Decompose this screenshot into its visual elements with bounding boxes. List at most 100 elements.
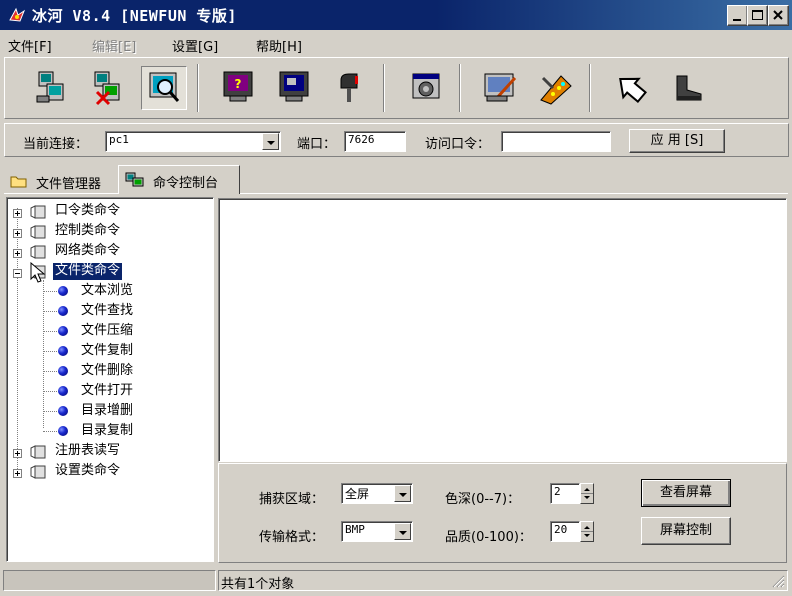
connection-bar: 当前连接： pc1 端口： 7626 访问口令： 应 用 [S]: [4, 123, 789, 157]
tree-leaf[interactable]: 文件打开: [7, 382, 207, 402]
bullet-icon: [58, 386, 68, 396]
tree-node-label: 控制类命令: [55, 223, 121, 238]
tab-file-manager-label: 文件管理器: [36, 177, 102, 192]
folder-icon: [30, 245, 46, 259]
exit-button[interactable]: [665, 66, 711, 110]
current-connection-select[interactable]: pc1: [105, 131, 281, 152]
minimize-icon: [733, 19, 741, 21]
settings-icon: [412, 73, 440, 99]
menu-bar: 文件[F] 编辑[E] 设置[G] 帮助[H]: [0, 33, 792, 55]
tree-leaf-label: 文件查找: [81, 303, 134, 318]
title-bar[interactable]: 冰河 V8.4 [NEWFUN 专版]: [0, 0, 792, 30]
expand-icon[interactable]: [13, 469, 22, 478]
tree-leaf[interactable]: 文件删除: [7, 362, 207, 382]
tree-node-expanded[interactable]: 文件类命令: [7, 262, 207, 283]
collapse-icon[interactable]: [13, 269, 22, 278]
chevron-down-icon[interactable]: [394, 523, 411, 540]
command-output-area[interactable]: [218, 198, 787, 462]
tree-leaf[interactable]: 文件查找: [7, 302, 207, 322]
tree-node[interactable]: 设置类命令: [7, 462, 207, 482]
search-host-icon: [149, 72, 180, 102]
tree-node[interactable]: 网络类命令: [7, 242, 207, 262]
expand-icon[interactable]: [13, 229, 22, 238]
add-host-icon: [36, 71, 64, 103]
color-depth-input[interactable]: 2: [550, 483, 580, 504]
tab-command-console[interactable]: 命令控制台: [118, 165, 240, 194]
tree-line: [43, 311, 57, 312]
capture-screen-button[interactable]: ?: [215, 66, 261, 110]
folder-icon: [30, 445, 46, 459]
chevron-down-icon[interactable]: [394, 485, 411, 502]
format-value: BMP: [345, 523, 365, 536]
computers-icon: [125, 172, 144, 187]
tree-leaf[interactable]: 文件压缩: [7, 322, 207, 342]
toolbar: ?: [4, 57, 789, 119]
up-icon: [619, 77, 647, 104]
tree-leaf-label: 文件压缩: [81, 323, 134, 338]
mailbox-button[interactable]: [327, 66, 373, 110]
tree-node-label: 网络类命令: [55, 243, 121, 258]
format-select[interactable]: BMP: [341, 521, 413, 542]
tree-node-label-selected: 文件类命令: [51, 262, 124, 281]
tab-command-console-label: 命令控制台: [153, 176, 219, 191]
tree-leaf-label: 文件删除: [81, 363, 134, 378]
tree-line: [43, 351, 57, 352]
capture-screen-icon: ?: [223, 71, 253, 102]
resize-grip-icon[interactable]: [772, 575, 785, 588]
spin-arrows-icon: [581, 488, 593, 499]
minimize-button[interactable]: [727, 5, 748, 26]
tree-leaf[interactable]: 目录增删: [7, 402, 207, 422]
menu-settings[interactable]: 设置[G]: [172, 36, 218, 55]
tools-button[interactable]: [533, 66, 579, 110]
color-depth-spinner[interactable]: [580, 483, 594, 504]
exit-boot-icon: [676, 75, 702, 101]
close-icon: [773, 10, 783, 20]
capture-area-value: 全屏: [345, 487, 370, 501]
screen-control-button[interactable]: 屏幕控制: [641, 517, 731, 545]
current-connection-value: pc1: [109, 133, 129, 146]
menu-help[interactable]: 帮助[H]: [256, 36, 302, 55]
folder-icon: [30, 465, 46, 479]
expand-icon[interactable]: [13, 449, 22, 458]
status-left: [3, 570, 216, 591]
add-host-button[interactable]: [29, 66, 75, 110]
server-config-button[interactable]: [477, 66, 523, 110]
password-input[interactable]: [501, 131, 611, 152]
search-host-button[interactable]: [141, 66, 187, 110]
apply-button[interactable]: 应 用 [S]: [629, 129, 725, 153]
tree-line: [43, 391, 57, 392]
up-button[interactable]: [609, 66, 655, 110]
expand-icon[interactable]: [13, 249, 22, 258]
quality-spinner[interactable]: [580, 521, 594, 542]
settings-button[interactable]: [403, 66, 449, 110]
tree-node[interactable]: 注册表读写: [7, 442, 207, 462]
tree-leaf[interactable]: 文本浏览: [7, 282, 207, 302]
server-config-icon: [484, 73, 517, 102]
command-tree[interactable]: 口令类命令 控制类命令 网络类命令 文件类命令 文本浏览 文件查找 文件压缩 文…: [6, 197, 214, 562]
menu-file[interactable]: 文件[F]: [8, 36, 52, 55]
close-button[interactable]: [768, 5, 789, 26]
maximize-button[interactable]: [747, 5, 768, 26]
port-input[interactable]: 7626: [344, 131, 406, 152]
tree-line: [43, 371, 57, 372]
tab-file-manager[interactable]: 文件管理器: [10, 168, 120, 192]
tree-node[interactable]: 控制类命令: [7, 222, 207, 242]
format-label: 传输格式：: [259, 530, 325, 545]
tree-leaf[interactable]: 文件复制: [7, 342, 207, 362]
capture-area-select[interactable]: 全屏: [341, 483, 413, 504]
delete-host-button[interactable]: [85, 66, 131, 110]
tree-leaf-label: 目录复制: [81, 423, 134, 438]
tree-line: [43, 431, 57, 432]
control-screen-button[interactable]: [271, 66, 317, 110]
control-screen-icon: [279, 71, 309, 102]
expand-icon[interactable]: [13, 209, 22, 218]
tree-leaf[interactable]: 目录复制: [7, 422, 207, 442]
quality-input[interactable]: 20: [550, 521, 580, 542]
view-screen-button[interactable]: 查看屏幕: [641, 479, 731, 507]
chevron-down-icon[interactable]: [262, 133, 279, 150]
tree-line: [43, 331, 57, 332]
menu-edit[interactable]: 编辑[E]: [92, 36, 136, 55]
tree-node[interactable]: 口令类命令: [7, 202, 207, 222]
tree-leaf-label: 目录增删: [81, 403, 134, 418]
current-connection-label: 当前连接：: [23, 137, 89, 152]
